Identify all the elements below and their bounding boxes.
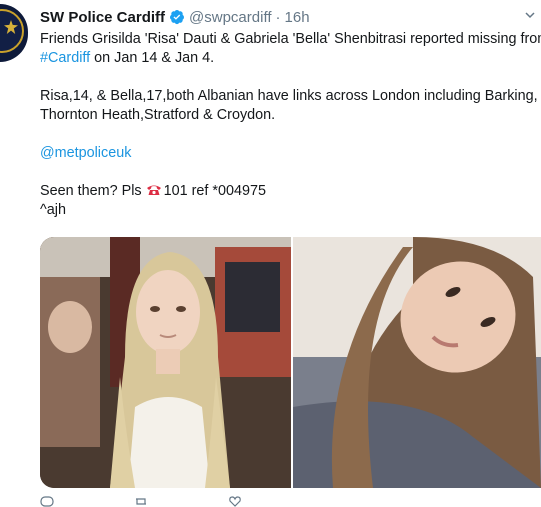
hashtag-link[interactable]: #Cardiff bbox=[40, 50, 90, 66]
tweet[interactable]: SW Police Cardiff @swpcardiff · 16h Frie… bbox=[0, 0, 541, 507]
mention-link[interactable]: @metpoliceuk bbox=[40, 145, 131, 161]
mention-line: @metpoliceuk bbox=[40, 144, 535, 163]
tweet-line-1: Friends Grisilda 'Risa' Dauti & Gabriela… bbox=[40, 31, 541, 47]
tweet-line-seen: Seen them? Pls 101 ref *004975 bbox=[40, 182, 535, 201]
separator-dot: · bbox=[275, 8, 281, 26]
seen-prefix: Seen them? Pls bbox=[40, 183, 146, 199]
tweet-media[interactable] bbox=[40, 237, 541, 488]
signature: ^ajh bbox=[40, 202, 66, 218]
retweet-icon[interactable] bbox=[134, 496, 148, 507]
tweet-line-4: Thornton Heath,Stratford & Croydon. bbox=[40, 107, 276, 123]
reply-icon[interactable] bbox=[40, 496, 54, 507]
like-icon[interactable] bbox=[228, 496, 242, 507]
verified-badge-icon bbox=[170, 10, 185, 25]
tweet-line-3: Risa,14, & Bella,17,both Albanian have l… bbox=[40, 88, 538, 104]
tweet-timestamp[interactable]: 16h bbox=[285, 9, 310, 26]
missing-person-photo-1[interactable] bbox=[40, 237, 291, 488]
missing-person-photo-2[interactable] bbox=[293, 237, 541, 488]
tweet-line-2: #Cardiff on Jan 14 & Jan 4. bbox=[40, 49, 535, 68]
seen-rest: 101 ref *004975 bbox=[163, 183, 267, 199]
photo-2-illustration bbox=[293, 237, 541, 488]
tweet-line-2-rest: on Jan 14 & Jan 4. bbox=[90, 50, 215, 66]
tweet-text: Friends Grisilda 'Risa' Dauti & Gabriela… bbox=[40, 30, 541, 220]
avatar[interactable] bbox=[0, 4, 28, 62]
telephone-icon bbox=[146, 185, 161, 195]
account-name[interactable]: SW Police Cardiff bbox=[40, 9, 165, 26]
tweet-header: SW Police Cardiff @swpcardiff · 16h bbox=[40, 7, 310, 27]
photo-1-illustration bbox=[40, 237, 291, 488]
tweet-actions bbox=[40, 496, 242, 507]
chevron-down-icon[interactable] bbox=[525, 10, 535, 20]
account-handle[interactable]: @swpcardiff bbox=[189, 9, 271, 26]
